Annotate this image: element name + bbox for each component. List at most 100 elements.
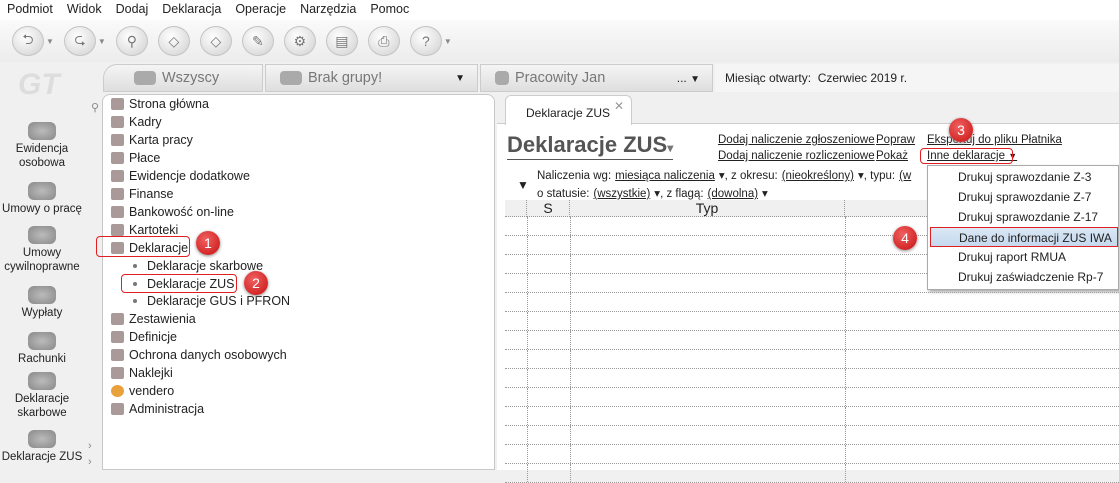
employee-tab[interactable]: Pracowity Jan... ▼ <box>480 64 713 92</box>
chevron-down-icon[interactable]: ▼ <box>444 37 452 46</box>
add-registration-link[interactable]: Dodaj naliczenie zgłoszeniowe <box>718 134 875 146</box>
sidebar-item-ewidencja[interactable]: Ewidencja osobowa <box>0 122 84 170</box>
tools-icon[interactable]: ⚙ <box>283 26 316 56</box>
document-tabs: Deklaracje ZUS ✕ <box>497 94 1119 125</box>
employee-more[interactable]: ... <box>677 71 687 85</box>
printer-icon[interactable]: ⎙ <box>367 26 400 56</box>
add-settlement-link[interactable]: Dodaj naliczenie rozliczeniowe <box>718 150 875 162</box>
tree-item-zestawienia[interactable]: Zestawienia <box>111 310 196 328</box>
export-platnik-link[interactable]: Eksportuj do pliku Płatnika <box>927 134 1062 146</box>
menu-item-rmua[interactable]: Drukuj raport RMUA <box>930 247 1118 267</box>
column-header-select[interactable] <box>505 200 527 217</box>
tree-label: Strona główna <box>129 97 209 111</box>
tree-item-vendero[interactable]: vendero <box>111 382 174 400</box>
table-row[interactable] <box>505 293 1119 312</box>
table-row[interactable] <box>505 388 1119 407</box>
tree-item-administracja[interactable]: Administracja <box>111 400 204 418</box>
sidebar-label: Umowy cywilnoprawne <box>4 247 80 273</box>
sidebar-item-umowy-cywilne[interactable]: Umowy cywilnoprawne <box>0 226 84 274</box>
step-badge-4: 4 <box>893 226 917 250</box>
tree-item-strona-glowna[interactable]: Strona główna <box>111 95 209 113</box>
column-header-typ[interactable]: Typ <box>570 200 845 217</box>
chevron-down-icon[interactable]: ▼ <box>46 37 54 46</box>
table-row[interactable] <box>505 426 1119 445</box>
filter-by-select[interactable]: miesiąca naliczenia <box>615 170 715 182</box>
folder-icon <box>111 224 124 236</box>
back-icon[interactable]: ⮌ <box>12 26 44 56</box>
edit-icon[interactable]: ✎ <box>241 26 274 56</box>
menu-item-z7[interactable]: Drukuj sprawozdanie Z-7 <box>930 187 1118 207</box>
forward-icon[interactable]: ⮎ <box>63 26 96 56</box>
highlight-deklaracje <box>96 236 190 257</box>
table-row[interactable] <box>505 312 1119 331</box>
tree-item-finanse[interactable]: Finanse <box>111 185 173 203</box>
tree-label: Płace <box>129 151 161 165</box>
tree-item-deklaracje-skarbowe[interactable]: Deklaracje skarbowe <box>133 257 263 275</box>
tree-label: Naklejki <box>129 366 173 380</box>
menu-item-rp7[interactable]: Drukuj zaświadczenie Rp-7 <box>930 267 1118 287</box>
table-row[interactable] <box>505 464 1119 483</box>
filter-toggle-icon[interactable]: ▼ <box>517 178 529 192</box>
filter-type-select[interactable]: (w <box>899 170 911 182</box>
stamp-icon[interactable]: ⚲ <box>115 26 148 56</box>
sidebar-item-rachunki[interactable]: Rachunki <box>0 332 84 366</box>
fix-link[interactable]: Popraw <box>876 134 915 146</box>
menu-narzedzia[interactable]: Narzędzia <box>293 0 363 20</box>
page-title-text: Deklaracje ZUS <box>507 132 668 157</box>
tree-item-bankowosc[interactable]: Bankowość on-line <box>111 203 234 221</box>
menu-widok[interactable]: Widok <box>60 0 109 20</box>
menu-item-zus-iwa[interactable]: Dane do informacji ZUS IWA <box>930 227 1118 247</box>
cell-divider <box>845 331 846 349</box>
tree-item-naklejki[interactable]: Naklejki <box>111 364 173 382</box>
menu-podmiot[interactable]: Podmiot <box>0 0 60 20</box>
tree-item-ochrona-danych[interactable]: Ochrona danych osobowych <box>111 346 287 364</box>
sidebar-item-deklaracje-skarbowe[interactable]: Deklaracje skarbowe <box>0 372 84 420</box>
tree-item-ewidencje-dodatkowe[interactable]: Ewidencje dodatkowe <box>111 167 250 185</box>
table-row[interactable] <box>505 445 1119 464</box>
show-link[interactable]: Pokaż <box>876 150 908 162</box>
cell-divider <box>527 293 528 311</box>
pin-icon[interactable]: ⚲ <box>91 101 99 114</box>
group-tab-group[interactable]: Brak grupy! ▼ <box>265 64 478 92</box>
tree-item-place[interactable]: Płace <box>111 149 160 167</box>
menu-pomoc[interactable]: Pomoc <box>363 0 416 20</box>
chevron-down-icon[interactable]: ▼ <box>690 74 700 85</box>
tree-item-karta-pracy[interactable]: Karta pracy <box>111 131 193 149</box>
tree-item-deklaracje-gus[interactable]: Deklaracje GUS i PFRON <box>133 292 290 310</box>
eraser2-icon[interactable]: ◇ <box>199 26 232 56</box>
page-title[interactable]: Deklaracje ZUS▾ <box>507 132 674 160</box>
menu-deklaracja[interactable]: Deklaracja <box>155 0 228 20</box>
filter-status-select[interactable]: (wszystkie) <box>593 188 650 200</box>
filter-flag-select[interactable]: (dowolna) <box>708 188 759 200</box>
cell-divider <box>570 369 571 387</box>
money-icon[interactable]: ▤ <box>325 26 358 56</box>
sidebar-item-deklaracje-zus[interactable]: Deklaracje ZUS <box>0 430 84 464</box>
group-tab-all[interactable]: Wszyscy <box>103 64 263 92</box>
help-icon[interactable]: ? <box>409 26 442 56</box>
tab-deklaracje-zus[interactable]: Deklaracje ZUS ✕ <box>505 95 632 125</box>
cell-divider <box>570 274 571 292</box>
sidebar-label: Ewidencja osobowa <box>15 143 69 169</box>
table-row[interactable] <box>505 331 1119 350</box>
close-icon[interactable]: ✕ <box>614 99 624 113</box>
chevron-down-icon[interactable]: ▼ <box>455 73 465 84</box>
sidebar-item-wyplaty[interactable]: Wypłaty <box>0 286 84 320</box>
menu-item-z17[interactable]: Drukuj sprawozdanie Z-17 <box>930 207 1118 227</box>
menu-dodaj[interactable]: Dodaj <box>109 0 156 20</box>
table-row[interactable] <box>505 369 1119 388</box>
column-header-s[interactable]: S <box>527 200 570 217</box>
filter-period-select[interactable]: (nieokreślony) <box>782 170 854 182</box>
table-row[interactable] <box>505 350 1119 369</box>
chevron-down-icon[interactable]: ▼ <box>98 37 106 46</box>
sidebar-item-umowy-o-prace[interactable]: Umowy o pracę <box>0 182 84 216</box>
chevron-down-icon[interactable]: ▾ <box>667 141 673 155</box>
tree-label: Definicje <box>129 330 177 344</box>
tree-item-kadry[interactable]: Kadry <box>111 113 162 131</box>
expand-icon[interactable]: › › <box>88 438 92 470</box>
tree-item-definicje[interactable]: Definicje <box>111 328 177 346</box>
table-row[interactable] <box>505 407 1119 426</box>
eraser-icon[interactable]: ◇ <box>157 26 190 56</box>
menu-operacje[interactable]: Operacje <box>228 0 293 20</box>
highlight-inne-deklaracje <box>920 148 1013 164</box>
menu-item-z3[interactable]: Drukuj sprawozdanie Z-3 <box>930 167 1118 187</box>
